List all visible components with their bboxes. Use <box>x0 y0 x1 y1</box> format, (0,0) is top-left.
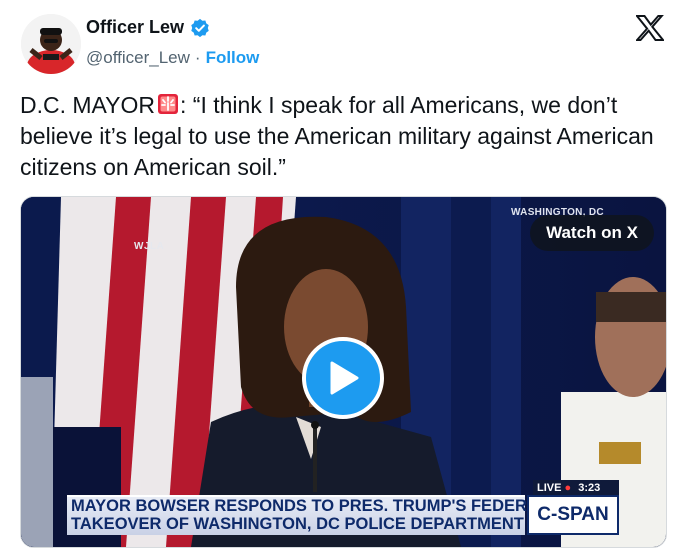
watch-on-x-button[interactable]: Watch on X <box>530 215 654 251</box>
live-indicator: LIVE ● 3:23 <box>533 480 619 496</box>
tweet-card: Officer Lew @officer_Lew · Follow D.C. M… <box>0 0 686 552</box>
news-chyron: MAYOR BOWSER RESPONDS TO PRES. TRUMP'S F… <box>67 495 549 535</box>
handle-row: @officer_Lew · Follow <box>86 48 259 68</box>
separator-dot: · <box>194 48 201 67</box>
avatar-image <box>21 14 81 74</box>
live-dot-icon: ● <box>561 482 575 494</box>
play-icon <box>330 361 359 395</box>
live-time: 3:23 <box>578 482 601 494</box>
chyron-line-1: MAYOR BOWSER RESPONDS TO PRES. TRUMP'S F… <box>71 497 549 515</box>
handle[interactable]: @officer_Lew <box>86 48 190 68</box>
tweet-text: D.C. MAYOR : “I think I speak for all Am… <box>20 90 670 183</box>
live-label: LIVE <box>537 482 562 494</box>
chyron-line-2: TAKEOVER OF WASHINGTON, DC POLICE DEPART… <box>71 515 524 533</box>
rotating-light-icon <box>158 94 179 114</box>
verified-badge-icon <box>191 18 209 37</box>
video-player[interactable]: WJLA WASHINGTON, DC Watch on X MAYOR BOW… <box>20 196 667 548</box>
play-button[interactable] <box>302 337 384 419</box>
network-logo: C-SPAN <box>527 495 619 535</box>
display-name[interactable]: Officer Lew <box>86 17 184 38</box>
follow-button[interactable]: Follow <box>206 48 260 68</box>
avatar[interactable] <box>21 14 81 74</box>
tweet-text-lead: D.C. MAYOR <box>20 92 156 118</box>
station-logo: WJLA <box>134 241 165 252</box>
display-name-row[interactable]: Officer Lew <box>86 17 210 38</box>
x-logo-icon[interactable] <box>636 15 664 41</box>
